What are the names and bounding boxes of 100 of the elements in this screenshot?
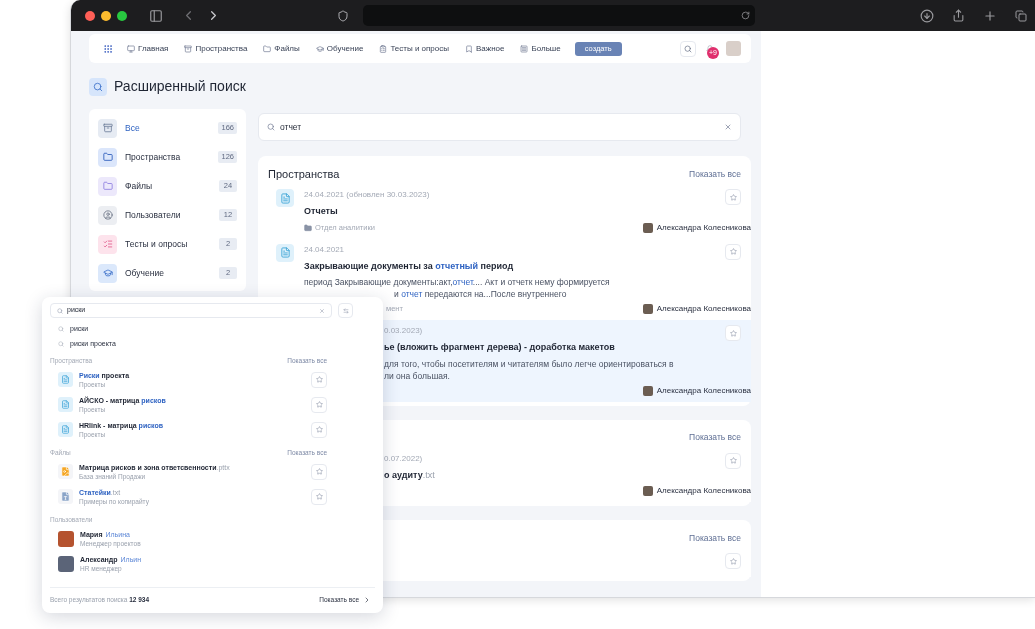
favorite-button[interactable] xyxy=(311,463,327,480)
star-icon xyxy=(315,493,323,500)
category-label: Пользователи xyxy=(125,208,182,222)
result-date: 24.04.2021 xyxy=(304,243,346,256)
folder-icon xyxy=(263,44,272,53)
author-name: Александра Колесникова xyxy=(656,485,751,497)
category-label: Все xyxy=(125,121,141,135)
section-title: Пространства xyxy=(268,166,340,182)
category-icon xyxy=(98,176,117,196)
result-snippet: ли она большая. xyxy=(384,369,450,382)
document-icon xyxy=(58,397,73,412)
result-date: 24.04.2021 (обновлен 30.03.2023) xyxy=(304,189,430,201)
nav-link[interactable]: Обучение xyxy=(315,42,364,55)
star-icon xyxy=(729,248,737,255)
nav-link[interactable]: Пространства xyxy=(184,42,248,55)
close-window-icon[interactable] xyxy=(85,10,95,21)
result-snippet: период Закрывающие документы:акт,отчет.... Акт и отчетк нему формируется xyxy=(304,276,610,288)
favorite-button[interactable] xyxy=(311,488,327,505)
search-button[interactable] xyxy=(680,40,696,57)
download-icon[interactable] xyxy=(920,8,934,23)
reload-icon[interactable] xyxy=(741,11,750,20)
archive-icon xyxy=(184,44,193,53)
search-icon xyxy=(58,341,64,347)
menu-square-icon xyxy=(520,44,529,53)
search-icon xyxy=(58,326,64,332)
author-name: Александра Колесникова xyxy=(656,384,751,397)
star-icon xyxy=(315,376,323,383)
search-input[interactable]: отчет xyxy=(280,120,724,134)
result-title: ье (вложить фрагмент дерева) - доработка макетов xyxy=(384,342,615,352)
minimize-window-icon[interactable] xyxy=(101,10,111,21)
search-icon xyxy=(57,307,63,314)
star-icon xyxy=(729,329,737,337)
category-label: Обучение xyxy=(125,266,165,280)
graduation-cap-icon xyxy=(315,44,324,53)
author-name: Александра Колесникова xyxy=(656,221,751,234)
search-field[interactable]: отчет xyxy=(258,113,741,141)
category-icon xyxy=(98,118,117,138)
favorite-button[interactable] xyxy=(725,243,741,260)
clear-icon[interactable] xyxy=(724,123,732,131)
star-icon xyxy=(315,468,323,475)
avatar-placeholder xyxy=(58,555,74,572)
avatar-placeholder xyxy=(642,304,653,314)
star-icon xyxy=(729,457,737,464)
sidebar-toggle-icon[interactable] xyxy=(149,8,163,23)
result-date: 0.03.2023) xyxy=(384,325,424,337)
document-icon xyxy=(58,372,73,387)
category-icon xyxy=(98,147,117,167)
document-icon xyxy=(276,189,294,207)
category-icon xyxy=(98,205,117,225)
new-tab-icon[interactable] xyxy=(983,8,997,23)
avatar-placeholder xyxy=(642,385,653,396)
bookmark-icon xyxy=(465,44,474,53)
favorite-button[interactable] xyxy=(725,553,741,569)
swap-button[interactable] xyxy=(338,303,353,318)
apps-menu-icon[interactable] xyxy=(103,43,113,54)
favorite-button[interactable] xyxy=(725,189,741,205)
result-date: 0.07.2022) xyxy=(384,452,424,465)
nav-link[interactable]: Файлы xyxy=(263,42,300,55)
category-icon xyxy=(98,234,117,254)
favorite-button[interactable] xyxy=(311,421,327,438)
nav-link[interactable]: Важное xyxy=(465,42,505,55)
favorite-button[interactable] xyxy=(311,396,327,413)
share-icon[interactable] xyxy=(952,9,965,22)
avatar-placeholder xyxy=(642,486,653,496)
category-icon xyxy=(98,263,117,283)
search-icon xyxy=(89,77,107,96)
document-icon xyxy=(58,422,73,437)
nav-link[interactable]: Больше xyxy=(520,42,561,55)
search-icon xyxy=(267,123,275,131)
show-all-link[interactable]: Показать все xyxy=(689,167,741,181)
shield-icon xyxy=(337,9,349,22)
avatar-placeholder xyxy=(58,530,74,547)
star-icon xyxy=(729,193,737,201)
user-avatar[interactable] xyxy=(726,41,741,56)
favorite-button[interactable] xyxy=(725,452,741,469)
search-icon xyxy=(684,44,692,53)
result-snippet: для того, чтобы посетителям и читателям было легче ориентироваться в xyxy=(384,357,674,370)
maximize-window-icon[interactable] xyxy=(117,10,127,21)
favorite-button[interactable] xyxy=(725,325,741,341)
clear-icon[interactable] xyxy=(319,307,325,314)
star-icon xyxy=(315,401,323,408)
result-title: о аудиту xyxy=(384,469,423,480)
result-title: Отчеты xyxy=(304,206,338,216)
category-label: Пространства xyxy=(125,150,182,164)
result-title: Закрывающие документы за отчетный период xyxy=(304,260,514,271)
page-title: Расширенный поиск xyxy=(114,77,246,96)
tabs-overview-icon[interactable] xyxy=(1015,9,1027,22)
document-icon xyxy=(276,243,294,262)
favorite-button[interactable] xyxy=(311,371,327,388)
nav-link[interactable]: Главная xyxy=(127,42,169,55)
category-label: Тесты и опросы xyxy=(125,237,189,251)
category-label: Файлы xyxy=(125,179,153,193)
file-extension: .txt xyxy=(422,469,435,480)
star-icon xyxy=(315,426,323,433)
chevron-right-icon xyxy=(363,595,371,604)
nav-link[interactable]: Тесты и опросы xyxy=(379,42,450,55)
avatar-placeholder xyxy=(642,222,653,233)
show-all-link[interactable]: Показать все xyxy=(689,431,741,444)
show-all-link[interactable]: Показать все xyxy=(689,531,741,545)
result-snippet: и отчет передаются на...После внутреннего xyxy=(394,288,567,300)
